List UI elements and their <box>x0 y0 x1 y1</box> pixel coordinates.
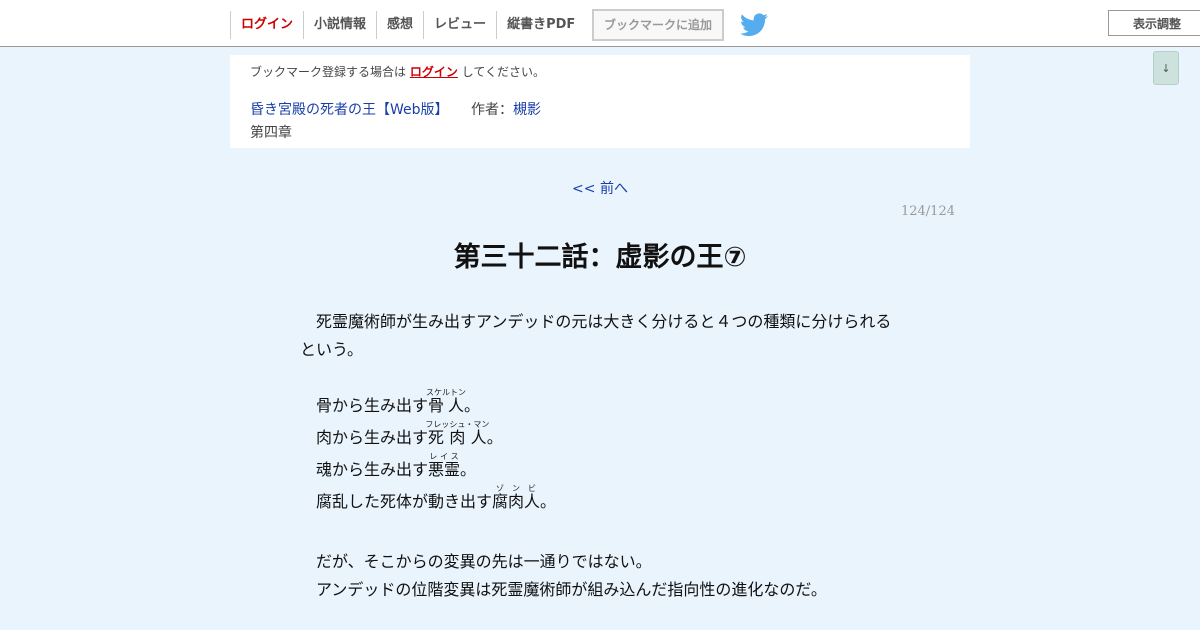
body-line: アンデッドの位階変異は死霊魔術師が組み込んだ指向性の進化なのだ。 <box>316 580 827 599</box>
line-text: 肉から生み出す <box>316 428 429 447</box>
body-line: 死霊魔術師が生み出すアンデッドの元は大きく分けると４つの種類に分けられる <box>316 312 892 331</box>
twitter-icon[interactable] <box>740 13 768 37</box>
ruby-base: 悪霊 <box>428 460 461 479</box>
top-navigation-bar: ログイン 小説情報 感想 レビュー 縦書きPDF ブックマークに追加 表示調整 <box>0 0 1200 47</box>
ruby-word: 悪霊レイス <box>428 452 461 479</box>
chapter-label: 第四章 <box>250 125 292 141</box>
ruby-word: 骨人スケルトン <box>426 388 467 415</box>
ruby-reading: フレッシュ・マン <box>425 420 490 429</box>
body-line: という。 <box>300 340 364 359</box>
notice-login-link[interactable]: ログイン <box>410 65 458 79</box>
body-line: 骨から生み出す骨人スケルトン。 <box>316 388 480 416</box>
novel-info-box: ブックマーク登録する場合は ログイン してください。 昏き宮殿の死者の王【Web… <box>230 55 970 148</box>
line-text: 魂から生み出す <box>316 460 429 479</box>
ruby-reading: レイス <box>428 452 461 461</box>
ruby-base: 死肉人 <box>425 428 490 447</box>
display-settings-button[interactable]: 表示調整 <box>1108 10 1200 36</box>
nav-menu: ログイン 小説情報 感想 レビュー 縦書きPDF <box>230 11 585 39</box>
ruby-base: 腐肉人 <box>492 492 541 511</box>
notice-suffix: してください。 <box>461 65 545 79</box>
notice-prefix: ブックマーク登録する場合は <box>250 65 407 79</box>
nav-novel-info-link[interactable]: 小説情報 <box>303 11 376 39</box>
ruby-reading: ゾンビ <box>492 484 541 493</box>
nav-login-link[interactable]: ログイン <box>230 11 303 39</box>
chapter-title: 第三十二話：虚影の王⑦ <box>453 242 747 273</box>
nav-vertical-pdf-link[interactable]: 縦書きPDF <box>496 11 585 39</box>
ruby-reading: スケルトン <box>426 388 467 397</box>
line-text: 骨から生み出す <box>316 396 429 415</box>
line-punct: 。 <box>540 492 557 511</box>
ruby-word: 腐肉人ゾンビ <box>492 484 541 511</box>
prev-page-link: << 前へ <box>0 178 1200 198</box>
author-info: 作者：槻影 <box>471 99 541 119</box>
line-punct: 。 <box>486 428 503 447</box>
author-link[interactable]: 槻影 <box>513 102 541 118</box>
body-line: だが、そこからの変異の先は一通りではない。 <box>316 552 652 571</box>
line-punct: 。 <box>464 396 481 415</box>
line-text: 腐乱した死体が動き出す <box>316 492 493 511</box>
ruby-base: 骨人 <box>426 396 467 415</box>
scroll-down-button[interactable]: ↓ <box>1153 51 1179 85</box>
body-line: 肉から生み出す死肉人フレッシュ・マン。 <box>316 420 503 448</box>
series-title-link[interactable]: 昏き宮殿の死者の王【Web版】 <box>250 99 449 119</box>
nav-impressions-link[interactable]: 感想 <box>376 11 423 39</box>
prev-link-text[interactable]: << 前へ <box>572 181 628 197</box>
bookmark-notice: ブックマーク登録する場合は ログイン してください。 <box>250 63 545 80</box>
add-bookmark-button[interactable]: ブックマークに追加 <box>592 9 724 41</box>
nav-review-link[interactable]: レビュー <box>423 11 496 39</box>
author-label: 作者： <box>471 102 513 118</box>
ruby-word: 死肉人フレッシュ・マン <box>425 420 490 447</box>
line-punct: 。 <box>460 460 477 479</box>
body-line: 魂から生み出す悪霊レイス。 <box>316 452 476 480</box>
body-line: 腐乱した死体が動き出す腐肉人ゾンビ。 <box>316 484 556 512</box>
page-counter: 124/124 <box>900 204 955 219</box>
